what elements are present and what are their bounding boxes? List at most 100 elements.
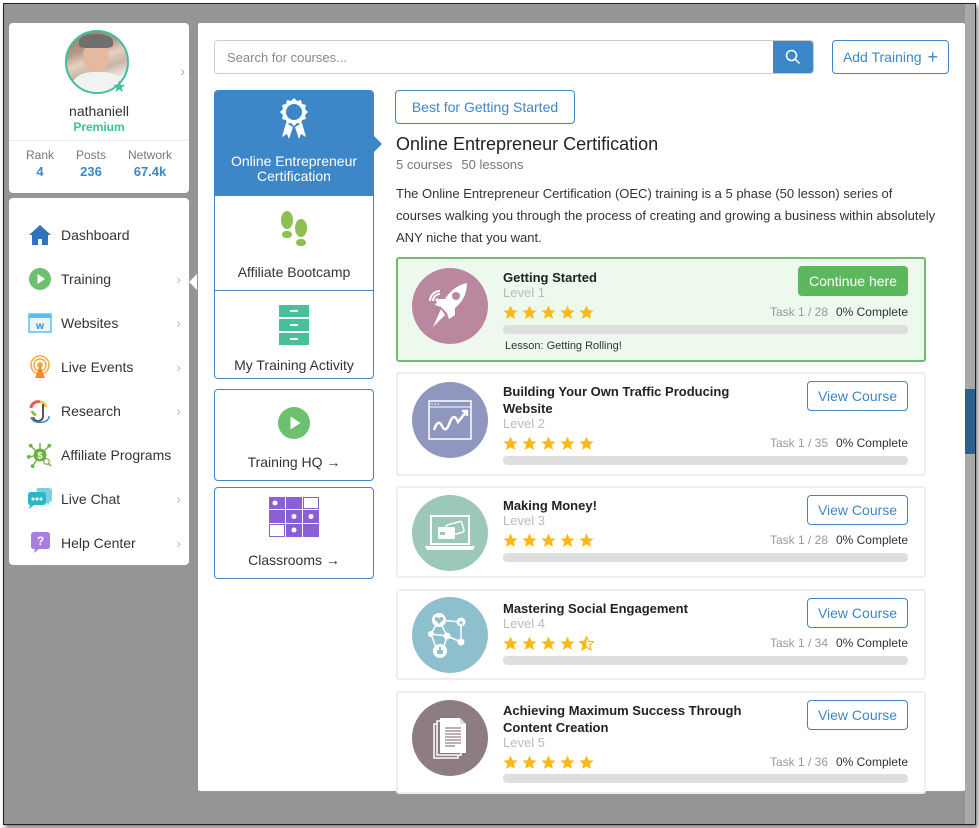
continue-here-button[interactable]: Continue here — [798, 266, 908, 296]
rating-stars — [503, 636, 594, 651]
view-course-button[interactable]: View Course — [807, 598, 908, 628]
percent-complete: 0% Complete — [835, 636, 908, 650]
courses-count: 5 courses — [396, 157, 453, 172]
program-title: Online Entrepreneur Certification — [396, 134, 659, 154]
training-hq-link[interactable]: Training HQ → — [214, 389, 374, 481]
sidebar-item-affiliate-programs[interactable]: $ Affiliate Programs — [9, 433, 189, 477]
sidebar-item-dashboard[interactable]: Dashboard — [9, 213, 189, 257]
star-full-icon — [579, 755, 594, 769]
profile-card[interactable]: ★ › nathaniell Premium Rank 4 Posts 236 … — [9, 23, 189, 193]
star-full-icon — [560, 636, 575, 650]
rating-stars — [503, 755, 594, 770]
website-icon: w — [27, 310, 53, 336]
category-label: Affiliate Bootcamp — [237, 264, 351, 280]
category-online-entrepreneur-certification[interactable]: Online Entrepreneur Certification — [215, 91, 382, 196]
classrooms-label: Classrooms → — [248, 552, 340, 568]
course-title[interactable]: Mastering Social Engagement — [503, 600, 773, 617]
chevron-right-icon[interactable]: › — [180, 63, 185, 79]
progress-bar — [503, 553, 908, 562]
star-full-icon — [522, 755, 537, 769]
stat-value[interactable]: 67.4k — [128, 164, 172, 179]
percent-complete: 0% Complete — [835, 305, 908, 319]
task-counter: Task 1 / 36 — [769, 755, 828, 769]
stat-label: Posts — [75, 148, 106, 162]
course-card: Achieving Maximum Success Through Conten… — [396, 691, 926, 794]
category-label: Online Entrepreneur Certification — [230, 153, 358, 184]
percent-complete: 0% Complete — [835, 533, 908, 547]
training-categories: Online Entrepreneur Certification Affili… — [214, 90, 382, 379]
profile-stats: Rank 4 Posts 236 Network 67.4k — [9, 148, 189, 179]
sidebar-item-websites[interactable]: w Websites › — [9, 301, 189, 345]
progress-bar — [503, 325, 908, 334]
rating-stars — [503, 533, 594, 548]
background-window-edge — [965, 4, 975, 824]
percent-complete: 0% Complete — [835, 436, 908, 450]
view-course-button[interactable]: View Course — [807, 381, 908, 411]
category-my-training-activity[interactable]: My Training Activity — [215, 291, 373, 383]
sidebar-nav: Dashboard Training › w Websites › Live E… — [9, 198, 189, 565]
course-card: Making Money! Level 3 View Course Task 1… — [396, 486, 926, 578]
svg-text:★: ★ — [458, 619, 464, 627]
chevron-right-icon: › — [176, 403, 181, 419]
add-training-label: Add Training — [842, 49, 922, 65]
task-counter: Task 1 / 34 — [769, 636, 828, 650]
sidebar-item-label: Dashboard — [61, 227, 130, 243]
stat-value[interactable]: 236 — [76, 164, 106, 179]
course-level: Level 3 — [503, 513, 545, 528]
sidebar-item-label: Research — [61, 403, 121, 419]
premium-star-icon: ★ — [112, 79, 127, 96]
add-training-button[interactable]: Add Training + — [832, 40, 949, 74]
laptop-credit-card-icon — [412, 495, 488, 571]
course-title[interactable]: Getting Started — [503, 269, 773, 286]
chevron-right-icon: › — [176, 535, 181, 551]
star-full-icon — [579, 436, 594, 450]
search-icon — [785, 49, 801, 65]
documents-icon — [412, 700, 488, 776]
sidebar-item-help-center[interactable]: ? Help Center › — [9, 521, 189, 565]
course-title[interactable]: Building Your Own Traffic Producing Webs… — [503, 383, 773, 417]
category-affiliate-bootcamp[interactable]: Affiliate Bootcamp — [215, 196, 373, 291]
sidebar-item-live-chat[interactable]: Live Chat › — [9, 477, 189, 521]
search-input[interactable] — [215, 41, 773, 73]
star-full-icon — [560, 305, 575, 319]
stat-network: Network 67.4k — [128, 148, 172, 179]
social-network-icon: ★ — [412, 597, 488, 673]
file-cabinet-icon — [279, 305, 309, 350]
star-full-icon — [503, 755, 518, 769]
stat-label: Network — [127, 148, 172, 162]
star-full-icon — [503, 436, 518, 450]
svg-text:$: $ — [37, 451, 43, 461]
active-category-pointer — [373, 135, 382, 153]
website-growth-icon — [412, 382, 488, 458]
tag-best-for-getting-started[interactable]: Best for Getting Started — [395, 90, 575, 124]
view-course-button[interactable]: View Course — [807, 495, 908, 525]
plus-icon: + — [927, 47, 939, 67]
star-full-icon — [503, 533, 518, 547]
sidebar-item-training[interactable]: Training › — [9, 257, 189, 301]
chat-bubble-icon — [27, 486, 53, 512]
divider — [9, 140, 189, 141]
classrooms-link[interactable]: Classrooms → — [214, 487, 374, 579]
task-counter: Task 1 / 28 — [769, 533, 828, 547]
chevron-right-icon: › — [176, 359, 181, 375]
rating-stars — [503, 436, 594, 451]
star-full-icon — [541, 636, 556, 650]
current-lesson-link[interactable]: Lesson: Getting Rolling! — [505, 340, 622, 352]
stat-value[interactable]: 4 — [26, 164, 54, 179]
star-full-icon — [503, 636, 518, 650]
star-full-icon — [560, 436, 575, 450]
course-title[interactable]: Achieving Maximum Success Through Conten… — [503, 702, 773, 736]
star-full-icon — [522, 436, 537, 450]
search-button[interactable] — [773, 41, 813, 73]
chevron-right-icon: › — [176, 491, 181, 507]
search-bar — [214, 40, 814, 74]
star-full-icon — [541, 755, 556, 769]
chevron-right-icon: › — [176, 315, 181, 331]
sidebar-item-live-events[interactable]: Live Events › — [9, 345, 189, 389]
course-title[interactable]: Making Money! — [503, 497, 773, 514]
star-full-icon — [560, 533, 575, 547]
view-course-button[interactable]: View Course — [807, 700, 908, 730]
program-meta: 5 courses 50 lessons — [396, 157, 524, 172]
sidebar-item-research[interactable]: Research › — [9, 389, 189, 433]
star-full-icon — [579, 533, 594, 547]
